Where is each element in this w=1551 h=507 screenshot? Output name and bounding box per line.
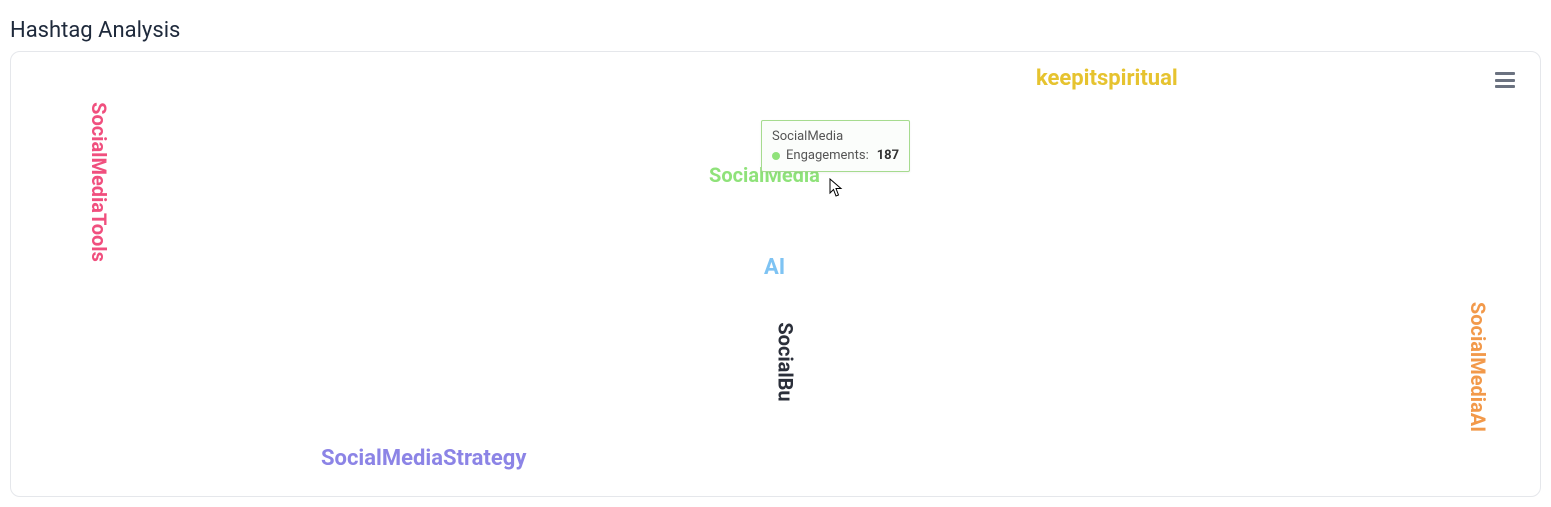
tooltip-series-dot: [772, 152, 780, 160]
tooltip-row: Engagements: 187: [772, 148, 899, 163]
chart-tooltip: SocialMedia Engagements: 187: [761, 120, 910, 172]
hashtag-word[interactable]: SocialMediaTools: [89, 102, 109, 262]
hashtag-wordcloud-card: SocialMediaTools keepitspiritual SocialM…: [10, 51, 1541, 497]
wordcloud-chart[interactable]: SocialMediaTools keepitspiritual SocialM…: [11, 52, 1540, 496]
hashtag-word[interactable]: keepitspiritual: [1036, 68, 1178, 90]
hashtag-word[interactable]: SocialBu: [776, 322, 796, 401]
tooltip-metric-label: Engagements:: [786, 148, 869, 163]
hashtag-word[interactable]: AI: [764, 257, 785, 279]
hashtag-word[interactable]: SocialMediaAI: [1468, 302, 1488, 432]
tooltip-title: SocialMedia: [772, 129, 899, 144]
hashtag-word[interactable]: SocialMediaStrategy: [321, 448, 526, 470]
tooltip-value: 187: [877, 148, 899, 163]
page-title: Hashtag Analysis: [10, 18, 180, 43]
